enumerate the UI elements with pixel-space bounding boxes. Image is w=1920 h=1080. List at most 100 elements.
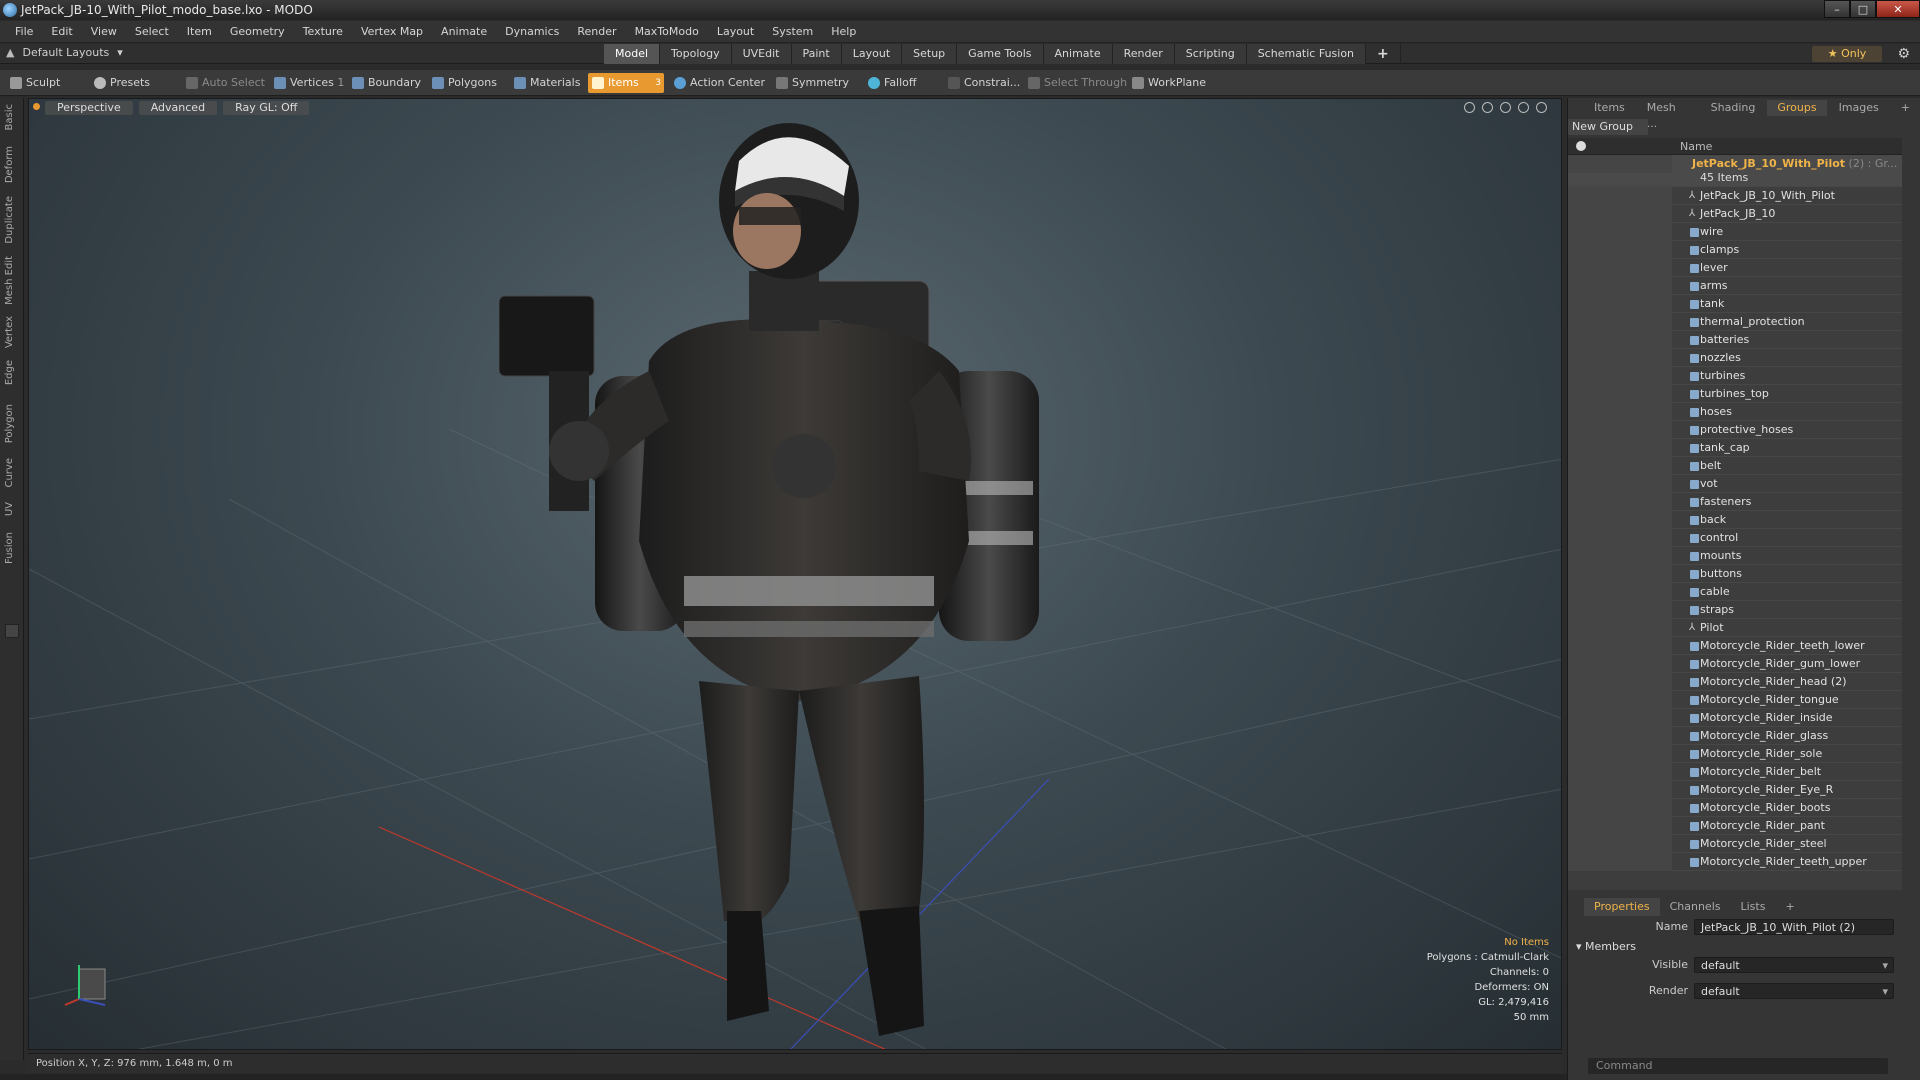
list-item[interactable]: Motorcycle_Rider_sole [1568, 745, 1902, 763]
visibility-columns[interactable] [1568, 835, 1672, 853]
menu-maxtomodo[interactable]: MaxToModo [626, 25, 708, 38]
visibility-columns[interactable] [1568, 457, 1672, 475]
add-tab-button[interactable]: + [1366, 44, 1401, 64]
3d-viewport[interactable]: Perspective Advanced Ray GL: Off No Item… [28, 98, 1562, 1050]
visibility-columns[interactable] [1568, 493, 1672, 511]
menu-file[interactable]: File [6, 25, 42, 38]
only-toggle[interactable]: ★ Only [1812, 46, 1882, 62]
tab-schematic-fusion[interactable]: Schematic Fusion [1246, 44, 1367, 64]
viewport-menu-dot[interactable] [33, 103, 40, 110]
polygons-button[interactable]: Polygons [428, 73, 505, 93]
list-item[interactable]: Motorcycle_Rider_teeth_lower [1568, 637, 1902, 655]
list-item[interactable]: Motorcycle_Rider_inside [1568, 709, 1902, 727]
layout-selector[interactable]: ▲ Default Layouts ▾ [6, 46, 123, 59]
visibility-columns[interactable] [1568, 655, 1672, 673]
list-item[interactable]: belt [1568, 457, 1902, 475]
visibility-columns[interactable] [1568, 853, 1672, 871]
visibility-columns[interactable] [1568, 223, 1672, 241]
visibility-columns[interactable] [1568, 799, 1672, 817]
maximize-button[interactable]: □ [1850, 0, 1876, 18]
tab-items[interactable]: Items [1584, 100, 1635, 116]
visibility-columns[interactable] [1568, 421, 1672, 439]
tab-scripting[interactable]: Scripting [1174, 44, 1247, 64]
visibility-columns[interactable] [1568, 295, 1672, 313]
list-item[interactable]: mounts [1568, 547, 1902, 565]
menu-layout[interactable]: Layout [708, 25, 763, 38]
tab-animate[interactable]: Animate [1043, 44, 1113, 64]
falloff-button[interactable]: Falloff [864, 73, 924, 93]
visibility-columns[interactable] [1568, 691, 1672, 709]
list-item[interactable]: Motorcycle_Rider_pant [1568, 817, 1902, 835]
list-item[interactable]: lever [1568, 259, 1902, 277]
left-tab-vertex[interactable]: Vertex [4, 316, 15, 348]
visibility-columns[interactable] [1568, 367, 1672, 385]
visibility-columns[interactable] [1568, 205, 1672, 223]
tab-setup[interactable]: Setup [902, 44, 958, 64]
left-tab-basic[interactable]: Basic [4, 104, 15, 130]
menu-geometry[interactable]: Geometry [221, 25, 294, 38]
tab-paint[interactable]: Paint [791, 44, 842, 64]
list-item[interactable]: back [1568, 511, 1902, 529]
list-item[interactable]: Motorcycle_Rider_Eye_R [1568, 781, 1902, 799]
viewport-settings-icon[interactable] [1536, 102, 1547, 113]
visibility-columns[interactable] [1568, 349, 1672, 367]
pan-icon[interactable] [1464, 102, 1475, 113]
list-item[interactable]: cable [1568, 583, 1902, 601]
jetpack-pilot-model[interactable] [498, 121, 1099, 1041]
list-item[interactable]: wire [1568, 223, 1902, 241]
visibility-columns[interactable] [1568, 781, 1672, 799]
members-section[interactable]: ▾ Members [1576, 940, 1636, 953]
list-item[interactable]: tank_cap [1568, 439, 1902, 457]
list-item[interactable]: batteries [1568, 331, 1902, 349]
menu-texture[interactable]: Texture [294, 25, 352, 38]
visibility-columns[interactable] [1568, 619, 1672, 637]
rotate-icon[interactable] [1482, 102, 1493, 113]
visibility-columns[interactable] [1568, 475, 1672, 493]
list-item[interactable]: straps [1568, 601, 1902, 619]
tab-groups[interactable]: Groups [1767, 100, 1827, 116]
list-item[interactable]: Motorcycle_Rider_steel [1568, 835, 1902, 853]
fit-icon[interactable] [1518, 102, 1529, 113]
tab-properties[interactable]: Properties [1584, 898, 1660, 916]
list-item[interactable]: turbines [1568, 367, 1902, 385]
visibility-columns[interactable] [1568, 565, 1672, 583]
visibility-columns[interactable] [1568, 817, 1672, 835]
menu-help[interactable]: Help [822, 25, 865, 38]
visibility-columns[interactable] [1568, 583, 1672, 601]
auto-select-button[interactable]: Auto Select [182, 73, 273, 93]
visibility-columns[interactable] [1568, 385, 1672, 403]
left-panel-toggle[interactable] [5, 624, 19, 638]
left-tab-mesh-edit[interactable]: Mesh Edit [4, 256, 15, 305]
minimize-button[interactable]: – [1824, 0, 1850, 18]
render-dropdown[interactable]: default ▾ [1694, 983, 1894, 999]
menu-render[interactable]: Render [568, 25, 625, 38]
vertices-button[interactable]: Vertices 1 [270, 73, 352, 93]
list-item[interactable]: arms [1568, 277, 1902, 295]
visibility-columns[interactable] [1568, 511, 1672, 529]
list-item[interactable]: thermal_protection [1568, 313, 1902, 331]
visible-dropdown[interactable]: default ▾ [1694, 957, 1894, 973]
visibility-columns[interactable] [1568, 187, 1672, 205]
symmetry-button[interactable]: Symmetry [772, 73, 857, 93]
visibility-columns[interactable] [1568, 529, 1672, 547]
sculpt-button[interactable]: Sculpt [6, 73, 68, 93]
zoom-icon[interactable] [1500, 102, 1511, 113]
left-tab-polygon[interactable]: Polygon [4, 404, 15, 443]
tab-images[interactable]: Images [1829, 100, 1889, 116]
menu-edit[interactable]: Edit [42, 25, 81, 38]
raygl-button[interactable]: Ray GL: Off [223, 101, 310, 115]
list-item[interactable]: Motorcycle_Rider_tongue [1568, 691, 1902, 709]
boundary-button[interactable]: Boundary [348, 73, 429, 93]
list-item[interactable]: protective_hoses [1568, 421, 1902, 439]
items-button[interactable]: Items 3 [588, 73, 664, 93]
add-properties-tab-button[interactable]: + [1775, 898, 1804, 916]
close-button[interactable]: ✕ [1876, 0, 1920, 18]
menu-select[interactable]: Select [126, 25, 178, 38]
left-tab-curve[interactable]: Curve [4, 458, 15, 488]
tab-uvedit[interactable]: UVEdit [731, 44, 792, 64]
tab-shading[interactable]: Shading [1701, 100, 1766, 116]
group-row[interactable]: JetPack_JB_10_With_Pilot (2) : Gr... 45 … [1568, 155, 1902, 187]
gear-icon[interactable]: ⚙ [1897, 46, 1910, 62]
visibility-columns[interactable] [1568, 277, 1672, 295]
add-panel-tab-button[interactable]: + [1891, 100, 1920, 116]
